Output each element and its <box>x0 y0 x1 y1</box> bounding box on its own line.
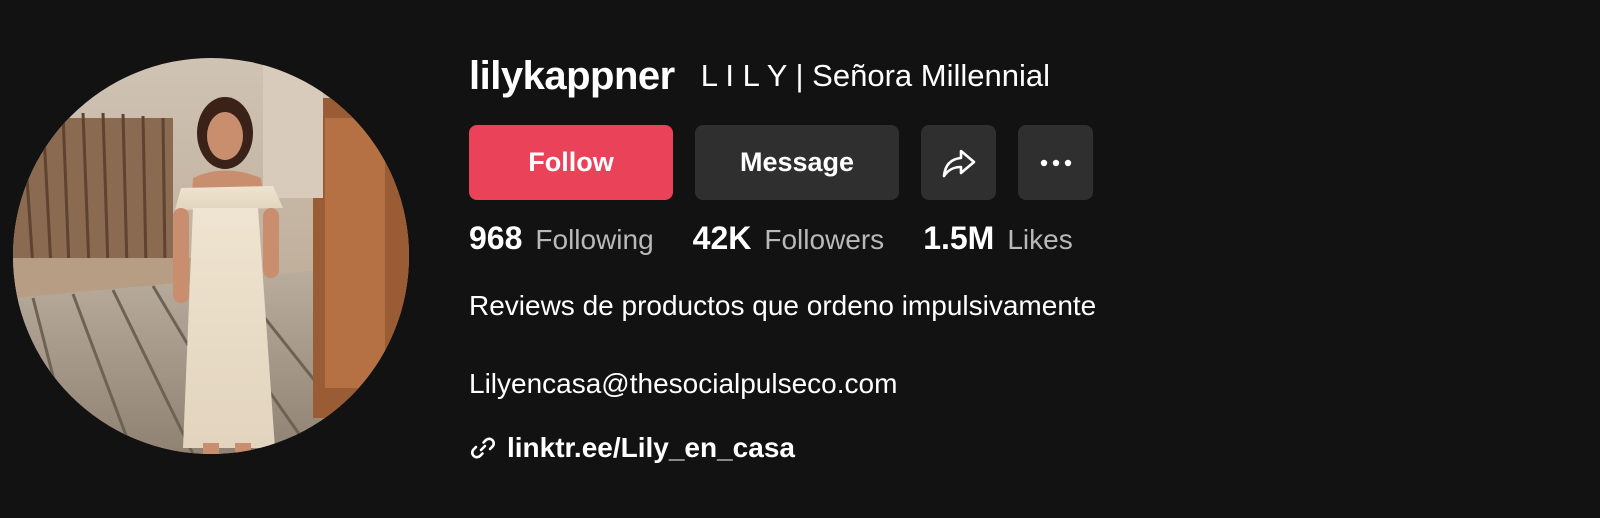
share-button[interactable] <box>921 125 996 200</box>
username: lilykappner <box>469 53 675 98</box>
more-icon <box>1040 159 1072 167</box>
profile-title-row: lilykappner L I L Y | Señora Millennial <box>469 48 1050 104</box>
stat-label: Likes <box>1007 224 1073 255</box>
profile-actions: Follow Message <box>469 125 1093 200</box>
profile-bio: Reviews de productos que ordeno impulsiv… <box>469 286 1096 404</box>
nickname: L I L Y | Señora Millennial <box>700 58 1050 93</box>
link-text[interactable]: linktr.ee/Lily_en_casa <box>507 432 795 464</box>
follow-button[interactable]: Follow <box>469 125 673 200</box>
link-icon <box>469 433 499 463</box>
avatar-photo <box>13 58 409 454</box>
bio-description: Reviews de productos que ordeno impulsiv… <box>469 290 1097 321</box>
stat-value: 968 <box>469 220 523 256</box>
stat-following[interactable]: 968 Following <box>469 220 654 257</box>
stat-value: 42K <box>692 220 752 256</box>
profile-stats: 968 Following 42K Followers 1.5M Likes <box>469 220 1073 257</box>
stat-value: 1.5M <box>923 220 995 256</box>
stat-likes: 1.5M Likes <box>923 220 1073 257</box>
bio-email: Lilyencasa@thesocialpulseco.com <box>469 368 898 399</box>
profile-avatar[interactable] <box>13 58 409 454</box>
profile-link[interactable]: linktr.ee/Lily_en_casa <box>469 428 795 468</box>
profile-info: lilykappner L I L Y | Señora Millennial … <box>469 0 1569 518</box>
more-options-button[interactable] <box>1018 125 1093 200</box>
stat-label: Following <box>535 224 654 255</box>
stat-followers[interactable]: 42K Followers <box>693 220 885 257</box>
message-button[interactable]: Message <box>695 125 899 200</box>
share-icon <box>941 147 977 179</box>
stat-label: Followers <box>764 224 885 255</box>
